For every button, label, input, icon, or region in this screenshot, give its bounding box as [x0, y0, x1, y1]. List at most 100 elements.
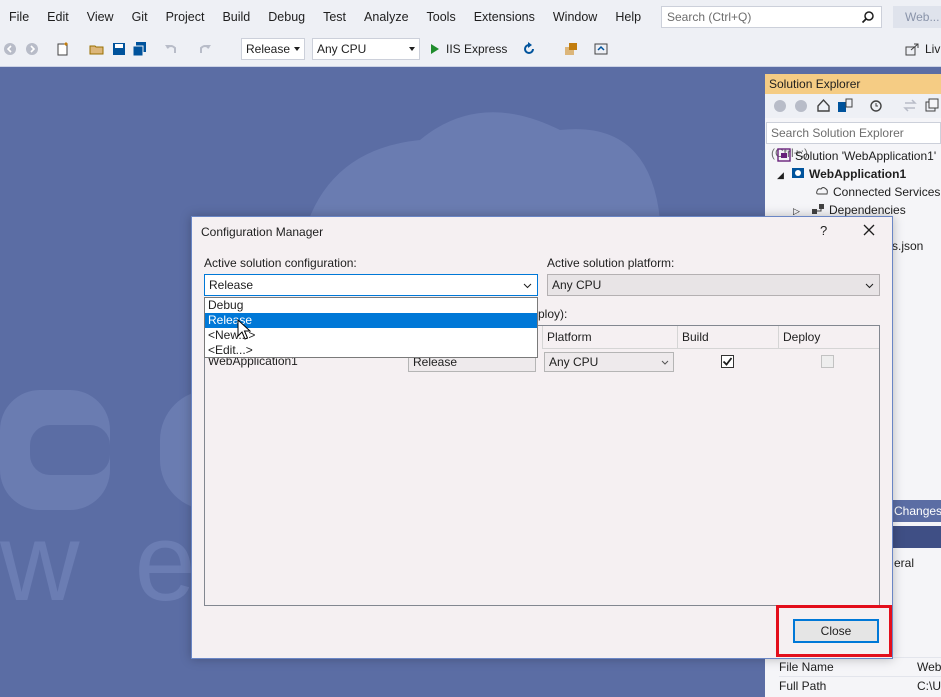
config-dropdown-list: Debug Release <New...> <Edit...>	[204, 297, 538, 358]
browser-link-icon[interactable]	[563, 41, 579, 57]
property-value: C:\U	[917, 679, 941, 693]
tree-node-label: Dependencies	[829, 203, 906, 217]
redo-icon[interactable]	[197, 41, 213, 57]
tree-node-json-file[interactable]: s.json	[892, 237, 923, 255]
column-header-build[interactable]: Build	[677, 326, 778, 349]
sync-icon[interactable]	[903, 98, 917, 113]
back-icon[interactable]	[2, 41, 18, 57]
active-config-value: Release	[209, 278, 254, 292]
home-toolbar-icon[interactable]	[593, 41, 609, 57]
properties-category: eral	[894, 556, 915, 570]
tree-node-project[interactable]: ◢ WebApplication1	[777, 165, 906, 183]
project-contexts-label: ploy):	[538, 307, 568, 321]
help-button[interactable]: ?	[820, 223, 827, 238]
run-button[interactable]: IIS Express	[428, 38, 507, 60]
git-changes-tab[interactable]: Changes	[892, 500, 941, 522]
checkmark-icon	[722, 357, 733, 366]
dialog-title: Configuration Manager	[201, 225, 324, 239]
switch-views-icon[interactable]	[837, 98, 853, 113]
tree-node-label: WebApplication1	[809, 167, 907, 181]
tree-node-label: Solution 'WebApplication1'	[795, 149, 937, 163]
save-icon[interactable]	[111, 41, 127, 57]
dropdown-option-debug[interactable]: Debug	[205, 298, 537, 313]
menu-analyze[interactable]: Analyze	[355, 0, 417, 34]
run-target-label: IIS Express	[446, 42, 508, 56]
dropdown-option-edit[interactable]: <Edit...>	[205, 343, 537, 358]
home-icon[interactable]	[816, 98, 831, 113]
cloud-icon	[816, 187, 828, 195]
menu-help[interactable]: Help	[606, 0, 650, 34]
tree-node-solution[interactable]: Solution 'WebApplication1'	[777, 147, 936, 165]
forward-icon[interactable]	[24, 41, 40, 57]
solution-explorer-toolbar	[765, 94, 941, 118]
solution-platform-dropdown[interactable]: Any CPU	[312, 38, 420, 60]
column-header-platform[interactable]: Platform	[542, 326, 677, 349]
chevron-down-icon	[661, 360, 669, 365]
active-config-combo[interactable]: Release	[204, 274, 538, 296]
save-all-icon[interactable]	[132, 41, 148, 57]
tree-node-label: Connected Services	[833, 185, 941, 199]
menu-git[interactable]: Git	[123, 0, 157, 34]
dependencies-icon	[812, 204, 824, 214]
property-name: Full Path	[779, 679, 827, 693]
forward-icon[interactable]	[794, 99, 808, 113]
refresh-icon[interactable]	[521, 41, 537, 57]
menu-tools[interactable]: Tools	[418, 0, 465, 34]
pending-changes-filter-icon[interactable]	[869, 98, 884, 113]
app-title: Web...	[893, 6, 941, 28]
dropdown-option-new[interactable]: <New...>	[205, 328, 537, 343]
menu-edit[interactable]: Edit	[38, 0, 78, 34]
tree-node-connected-services[interactable]: Connected Services	[815, 183, 940, 201]
menu-test[interactable]: Test	[314, 0, 355, 34]
solution-explorer-title: Solution Explorer	[765, 74, 941, 94]
search-icon	[861, 11, 874, 24]
web-project-icon	[792, 168, 804, 178]
active-platform-label: Active solution platform:	[547, 256, 675, 270]
menu-debug[interactable]: Debug	[259, 0, 314, 34]
mouse-pointer-icon	[237, 319, 251, 340]
menu-build[interactable]: Build	[213, 0, 259, 34]
play-icon	[431, 44, 439, 54]
caret-down-icon	[409, 47, 415, 51]
open-folder-icon[interactable]	[89, 41, 105, 57]
chevron-down-icon	[865, 283, 874, 289]
chevron-down-icon	[523, 283, 532, 289]
share-icon	[905, 43, 919, 56]
deploy-checkbox[interactable]	[821, 355, 834, 368]
close-icon[interactable]	[861, 222, 877, 238]
property-value: Web	[917, 660, 941, 674]
menu-window[interactable]: Window	[544, 0, 606, 34]
search-input[interactable]: Search (Ctrl+Q)	[661, 6, 882, 28]
column-header-deploy[interactable]: Deploy	[778, 326, 879, 349]
project-platform-value: Any CPU	[549, 355, 599, 369]
build-checkbox[interactable]	[721, 355, 734, 368]
menu-extensions[interactable]: Extensions	[465, 0, 544, 34]
property-row-full-path[interactable]: Full Path C:\U	[779, 676, 941, 695]
new-project-icon[interactable]	[55, 41, 71, 57]
active-platform-value: Any CPU	[552, 278, 602, 292]
active-platform-combo[interactable]: Any CPU	[547, 274, 880, 296]
solution-configuration-dropdown[interactable]: Release	[241, 38, 305, 60]
back-icon[interactable]	[773, 99, 787, 113]
toolbar: Release Any CPU IIS Express Liv	[0, 34, 941, 67]
menu-file[interactable]: File	[0, 0, 38, 34]
configuration-value: Release	[246, 42, 291, 56]
live-share-button[interactable]: Liv	[903, 38, 940, 60]
caret-down-icon	[294, 47, 300, 51]
project-platform-combo[interactable]: Any CPU	[544, 352, 674, 372]
solution-icon	[777, 148, 791, 162]
properties-header	[892, 526, 941, 548]
menu-view[interactable]: View	[78, 0, 123, 34]
dropdown-option-release[interactable]: Release	[205, 313, 537, 328]
undo-icon[interactable]	[163, 41, 179, 57]
property-row-file-name[interactable]: File Name Web	[779, 657, 941, 676]
solution-explorer-search[interactable]: Search Solution Explorer (Ctrl+;)	[766, 122, 941, 160]
collapse-all-icon[interactable]	[925, 98, 939, 113]
search-placeholder: Search (Ctrl+Q)	[667, 10, 752, 24]
configuration-manager-dialog: Configuration Manager ? Active solution …	[191, 216, 893, 659]
annotation-highlight-box	[776, 605, 892, 657]
live-share-label: Liv	[925, 42, 941, 56]
platform-value: Any CPU	[317, 42, 367, 56]
menu-project[interactable]: Project	[157, 0, 214, 34]
project-contexts-grid: Platform Build Deploy WebApplication1 Re…	[204, 325, 880, 606]
